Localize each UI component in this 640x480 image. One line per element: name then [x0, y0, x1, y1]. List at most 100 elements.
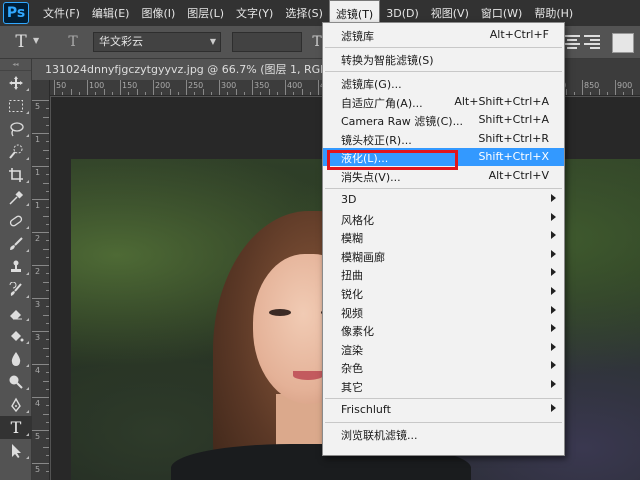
ruler-major-tick — [32, 265, 49, 266]
document-tab[interactable]: 131024dnnyfjgczytgyyvz.jpg @ 66.7% (图层 1… — [32, 59, 350, 80]
ruler-minor-tick — [62, 92, 64, 95]
filter-menu-item[interactable]: 风格化 — [323, 210, 564, 228]
filter-menu-item[interactable]: 锐化 — [323, 284, 564, 302]
path-select-icon[interactable] — [0, 439, 32, 462]
ruler-label: 1 — [35, 168, 41, 177]
ruler-label: 50 — [56, 81, 67, 90]
healing-brush-icon[interactable] — [0, 209, 32, 232]
ruler-major-tick — [32, 199, 49, 200]
menu-type[interactable]: 文字(Y) — [230, 0, 279, 26]
ruler-minor-tick — [43, 446, 49, 448]
ruler-minor-tick — [46, 124, 49, 126]
ruler-minor-tick — [235, 89, 237, 95]
font-style-select[interactable] — [232, 32, 302, 52]
ruler-minor-tick — [301, 89, 303, 95]
toolbox-grip[interactable]: ◂◂ — [0, 59, 31, 71]
dodge-icon[interactable] — [0, 370, 32, 393]
ruler-minor-tick — [293, 92, 295, 95]
submenu-arrow-icon — [551, 231, 556, 240]
type-tool-preset-icon[interactable]: T — [10, 31, 32, 53]
brush-icon[interactable] — [0, 232, 32, 255]
menu-item-label: 渲染 — [341, 343, 363, 357]
ruler-label: 5 — [35, 102, 41, 111]
ruler-minor-tick — [46, 141, 49, 143]
menu-item-shortcut: Shift+Ctrl+R — [478, 131, 549, 145]
ruler-minor-tick — [43, 347, 49, 349]
quick-select-icon[interactable] — [0, 140, 32, 163]
paint-bucket-icon[interactable] — [0, 324, 32, 347]
filter-menu-item[interactable]: 浏览联机滤镜... — [323, 425, 564, 443]
ruler-minor-tick — [276, 92, 278, 95]
chevron-down-icon[interactable]: ▼ — [33, 36, 39, 45]
filter-menu-item[interactable]: 滤镜库 Alt+Ctrl+F — [323, 26, 564, 44]
lasso-icon[interactable] — [0, 117, 32, 140]
align-center-icon[interactable] — [564, 33, 580, 51]
move-icon[interactable] — [0, 71, 32, 94]
ruler-minor-tick — [590, 92, 592, 95]
ruler-major-tick — [54, 80, 55, 95]
ruler-major-tick — [32, 364, 49, 365]
filter-menu-item[interactable]: 转换为智能滤镜(S) — [323, 50, 564, 68]
filter-menu-item[interactable]: Frischluft — [323, 401, 564, 419]
font-family-value: 华文彩云 — [99, 35, 143, 48]
ruler-minor-tick — [46, 454, 49, 456]
filter-menu-item[interactable]: 自适应广角(A)... Alt+Shift+Ctrl+A — [323, 93, 564, 111]
vertical-ruler[interactable]: 5 1 1 1 2 2 3 3 4 4 5 5 — [32, 80, 50, 480]
history-brush-icon[interactable] — [0, 278, 32, 301]
ruler-label: 300 — [221, 81, 237, 90]
filter-menu-item[interactable]: 杂色 — [323, 358, 564, 376]
filter-menu-item[interactable]: 模糊 — [323, 228, 564, 246]
filter-menu-item[interactable]: 渲染 — [323, 340, 564, 358]
ruler-major-tick — [32, 232, 49, 233]
filter-menu-item[interactable]: 滤镜库(G)... — [323, 74, 564, 92]
ruler-minor-tick — [111, 92, 113, 95]
menu-item-label: 像素化 — [341, 325, 374, 339]
ruler-major-tick — [582, 80, 583, 95]
photo-eye-left — [269, 309, 291, 316]
ruler-minor-tick — [177, 92, 179, 95]
menu-item-label: 镜头校正(R)... — [341, 133, 412, 147]
menu-item-label: 滤镜库 — [341, 30, 374, 43]
filter-menu-item[interactable]: 视频 — [323, 303, 564, 321]
toggle-text-orientation-icon[interactable]: T — [62, 31, 84, 53]
eyedropper-icon[interactable] — [0, 186, 32, 209]
text-color-swatch[interactable] — [612, 33, 634, 53]
pen-icon[interactable] — [0, 393, 32, 416]
menu-item-label: 扭曲 — [341, 269, 363, 283]
blur-icon[interactable] — [0, 347, 32, 370]
filter-menu-item[interactable]: 扭曲 — [323, 265, 564, 283]
ruler-minor-tick — [210, 92, 212, 95]
ruler-minor-tick — [194, 92, 196, 95]
eraser-icon[interactable] — [0, 301, 32, 324]
filter-menu-item[interactable]: 其它 — [323, 377, 564, 395]
ruler-label: 4 — [35, 399, 41, 408]
ruler-major-tick — [186, 80, 187, 95]
menu-edit[interactable]: 编辑(E) — [86, 0, 136, 26]
clone-stamp-icon[interactable] — [0, 255, 32, 278]
ruler-minor-tick — [309, 92, 311, 95]
crop-icon[interactable] — [0, 163, 32, 186]
submenu-arrow-icon — [551, 342, 556, 351]
annotation-highlight-box — [327, 150, 458, 170]
ruler-major-tick — [318, 80, 319, 95]
marquee-icon[interactable] — [0, 94, 32, 117]
menu-file[interactable]: 文件(F) — [37, 0, 86, 26]
menu-image[interactable]: 图像(I) — [135, 0, 181, 26]
ruler-major-tick — [285, 80, 286, 95]
submenu-arrow-icon — [551, 361, 556, 370]
filter-menu-item[interactable]: 镜头校正(R)... Shift+Ctrl+R — [323, 130, 564, 148]
menu-item-label: 滤镜库(G)... — [341, 78, 402, 91]
font-family-select[interactable]: 华文彩云 ▼ — [93, 32, 221, 52]
type-icon[interactable]: T — [0, 416, 32, 439]
ruler-minor-tick — [43, 248, 49, 250]
filter-menu-item[interactable]: Camera Raw 滤镜(C)... Shift+Ctrl+A — [323, 111, 564, 129]
menu-layer[interactable]: 图层(L) — [181, 0, 230, 26]
ruler-minor-tick — [46, 372, 49, 374]
filter-menu-item[interactable]: 像素化 — [323, 321, 564, 339]
ruler-minor-tick — [78, 92, 80, 95]
ruler-major-tick — [32, 430, 49, 431]
align-right-icon[interactable] — [584, 33, 600, 51]
filter-menu-item[interactable]: 3D — [323, 191, 564, 209]
filter-menu-item[interactable]: 模糊画廊 — [323, 247, 564, 265]
ruler-label: 5 — [35, 432, 41, 441]
